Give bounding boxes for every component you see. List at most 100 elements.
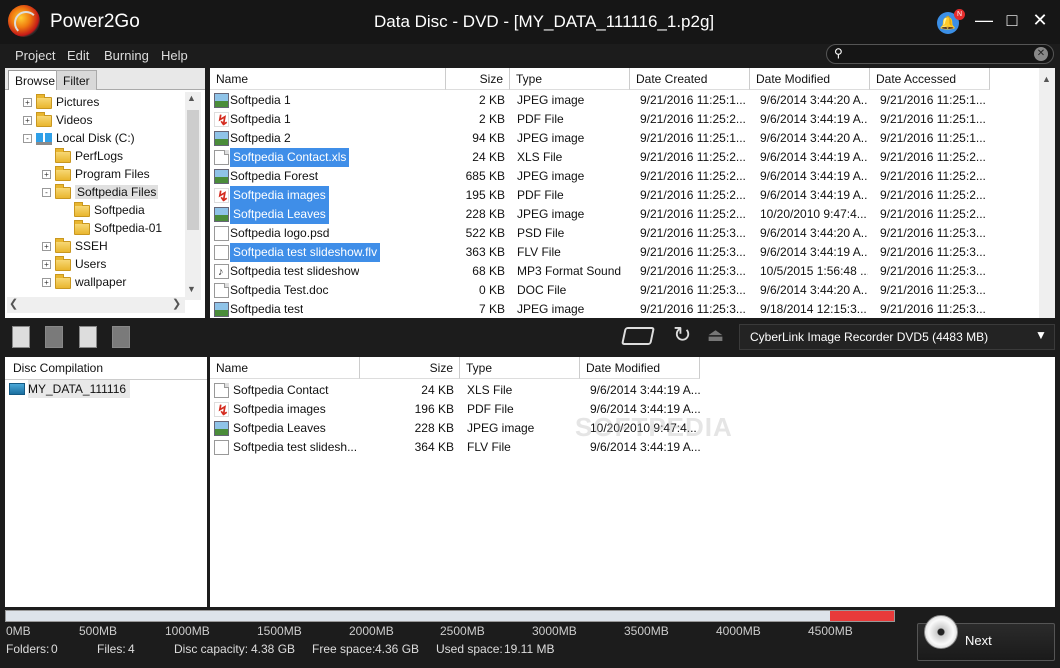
remove-file-icon[interactable] [45,326,63,348]
copy-file-icon[interactable] [79,326,97,348]
expand-icon[interactable]: + [42,260,51,270]
table-row[interactable]: Softpedia Contact.xls 24 KB XLS File 9/21/2… [210,148,1055,167]
tree-item[interactable]: + Videos [8,111,184,129]
file-date-modified: 9/6/2014 3:44:19 A... [760,150,868,164]
expand-icon[interactable]: + [42,278,51,288]
tab-filter[interactable]: Filter [56,70,97,90]
file-date-accessed: 9/21/2016 11:25:2... [880,150,986,164]
disc-file-size: 24 KB [421,383,454,397]
file-date-accessed: 9/21/2016 11:25:1... [880,112,986,126]
file-name: Softpedia Forest [230,169,319,183]
maximize-button[interactable]: □ [1002,10,1022,30]
capacity-tick-label: 1500MB [257,624,302,638]
table-row[interactable]: Softpedia images 195 KB PDF File 9/21/2016 … [210,186,1055,206]
disc-column-header-name[interactable]: Name [210,357,360,379]
scroll-up-arrow-icon[interactable]: ▲ [187,93,196,103]
disc-column-header-date-modified[interactable]: Date Modified [580,357,700,379]
tree-item[interactable]: + Program Files [8,165,184,183]
capacity-tick-label: 4500MB [808,624,853,638]
file-type: DOC File [517,283,567,297]
recorder-select[interactable]: CyberLink Image Recorder DVD5 (4483 MB) [739,324,1055,350]
column-header-date-modified[interactable]: Date Modified [750,68,870,90]
disc-table-row[interactable]: Softpedia Contact 24 KB XLS File 9/6/2014 3… [210,381,710,400]
close-button[interactable]: ✕ [1030,10,1050,30]
column-header-size[interactable]: Size [446,68,510,90]
file-size: 195 KB [465,188,505,202]
jpg-file-icon [214,421,229,436]
disc-content-list: Name Size Type Date Modified Softpedia Conta… [210,357,1055,607]
chevron-down-icon[interactable]: ▼ [1035,328,1047,342]
menu-project[interactable]: Project [15,48,55,63]
file-date-created: 9/21/2016 11:25:3... [640,302,746,316]
tree-item[interactable]: + SSEH [8,237,184,255]
file-date-modified: 10/20/2010 9:47:4... [760,207,867,221]
expand-icon[interactable]: + [23,98,32,108]
expand-icon[interactable]: + [42,170,51,180]
column-header-type[interactable]: Type [510,68,630,90]
menu-burning[interactable]: Burning [104,48,149,63]
tree-item[interactable]: + Users [8,255,184,273]
column-header-date-created[interactable]: Date Created [630,68,750,90]
tree-item[interactable]: Softpedia-01 [8,219,184,237]
tree-item-label: Softpedia [94,203,145,217]
table-row[interactable]: Softpedia test 7 KB JPEG image 9/21/2016 11… [210,300,1055,319]
expand-icon[interactable]: + [42,242,51,252]
capacity-tick-label: 2000MB [349,624,394,638]
eject-icon[interactable]: ⏏ [707,325,724,346]
table-row[interactable]: Softpedia logo.psd 522 KB PSD File 9/21/201… [210,224,1055,243]
file-date-created: 9/21/2016 11:25:3... [640,245,746,259]
scroll-right-arrow-icon[interactable]: ❯ [172,297,181,310]
list-scroll-up-icon[interactable]: ▲ [1042,74,1051,84]
table-row[interactable]: Softpedia 2 94 KB JPEG image 9/21/2016 11:2… [210,129,1055,148]
tree-item[interactable]: Softpedia [8,201,184,219]
tree-item-label: PerfLogs [75,149,124,163]
column-header-name[interactable]: Name [210,68,446,90]
disc-column-header-size[interactable]: Size [360,357,460,379]
column-header-date-accessed[interactable]: Date Accessed [870,68,990,90]
tree-scroll-thumb[interactable] [187,110,199,230]
table-row[interactable]: Softpedia test slideshow.flv 363 KB FLV Fi… [210,243,1055,262]
menu-help[interactable]: Help [161,48,188,63]
refresh-icon[interactable]: ↻ [673,322,691,348]
folders-count: 0 [51,642,58,656]
new-folder-icon[interactable] [112,326,130,348]
disc-label-icon[interactable] [621,327,655,345]
compilation-root-item[interactable]: MY_DATA_111116 [28,380,131,398]
scroll-down-arrow-icon[interactable]: ▼ [187,284,196,294]
tree-item[interactable]: - Local Disk (C:) [8,129,184,147]
tree-item[interactable]: - Softpedia Files [8,183,184,201]
expand-icon[interactable]: - [42,188,51,198]
file-name: Softpedia 1 [230,112,291,126]
clear-search-icon[interactable]: ✕ [1034,47,1048,61]
table-row[interactable]: Softpedia Leaves 228 KB JPEG image 9/21/201… [210,205,1055,224]
minimize-button[interactable]: — [974,10,994,30]
expand-icon[interactable]: - [23,134,32,144]
files-label: Files: [97,642,126,656]
disc-file-type: XLS File [467,383,513,397]
tab-browse[interactable]: Browse [8,70,63,90]
expand-icon[interactable]: + [23,116,32,126]
jpg-file-icon [214,169,229,184]
table-row[interactable]: Softpedia Test.doc 0 KB DOC File 9/21/2016 … [210,281,1055,300]
table-row[interactable]: Softpedia Forest 685 KB JPEG image 9/21/201… [210,167,1055,186]
file-list-scrollbar[interactable] [1039,68,1055,318]
menu-edit[interactable]: Edit [67,48,89,63]
tree-horizontal-scrollbar[interactable] [7,297,185,313]
add-file-icon[interactable] [12,326,30,348]
folder-icon [55,147,71,163]
capacity-over-marker [830,611,894,621]
disc-column-header-type[interactable]: Type [460,357,580,379]
search-input[interactable] [826,44,1054,64]
scroll-left-arrow-icon[interactable]: ❮ [9,297,18,310]
flv-file-icon [214,245,229,260]
file-type: FLV File [517,245,561,259]
tree-item-label: Videos [56,113,93,127]
table-row[interactable]: Softpedia 1 2 KB JPEG image 9/21/2016 11:25… [210,91,1055,110]
file-date-created: 9/21/2016 11:25:3... [640,264,746,278]
tree-item[interactable]: + wallpaper [8,273,184,291]
table-row[interactable]: Softpedia 1 2 KB PDF File 9/21/2016 11:25:2… [210,110,1055,130]
tree-item[interactable]: + Pictures [8,93,184,111]
table-row[interactable]: Softpedia test slideshow 68 KB MP3 Format … [210,262,1055,282]
tree-item[interactable]: PerfLogs [8,147,184,165]
mp3-file-icon [214,263,229,282]
